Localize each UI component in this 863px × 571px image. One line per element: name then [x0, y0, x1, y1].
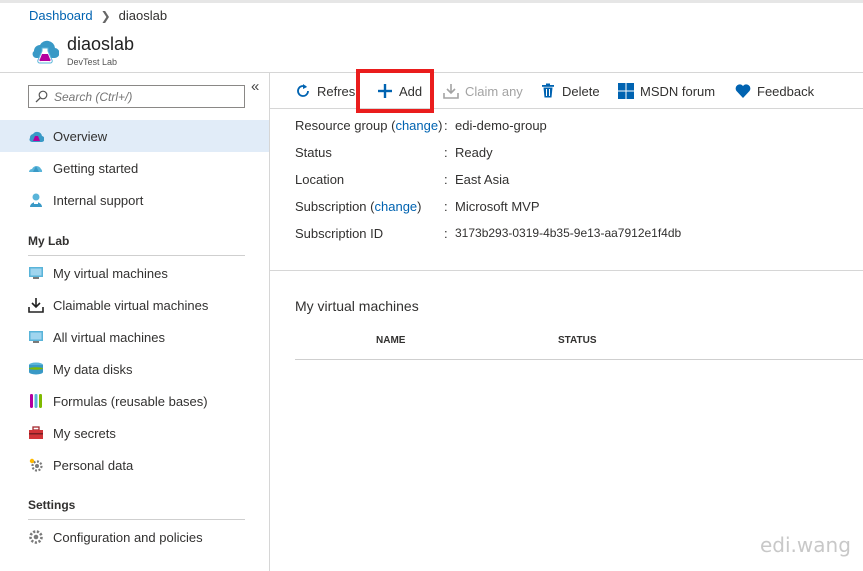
sidebar-item-formulas[interactable]: Formulas (reusable bases) — [0, 385, 269, 417]
property-location: Location : East Asia — [295, 172, 510, 187]
delete-button[interactable]: Delete — [540, 81, 600, 101]
column-header-name[interactable]: NAME — [376, 335, 405, 346]
change-resource-group-link[interactable]: change — [395, 118, 438, 133]
search-icon — [35, 90, 48, 103]
sidebar-item-all-virtual-machines[interactable]: All virtual machines — [0, 321, 269, 353]
sidebar-item-my-secrets[interactable]: My secrets — [0, 417, 269, 449]
sidebar-item-label: Personal data — [53, 457, 134, 473]
download-icon — [28, 297, 44, 313]
sidebar-item-configuration-and-policies[interactable]: Configuration and policies — [0, 521, 269, 553]
subscription-link[interactable]: Microsoft MVP — [455, 199, 540, 214]
location-value: East Asia — [455, 172, 510, 187]
formula-icon — [28, 393, 44, 409]
briefcase-icon — [28, 425, 44, 441]
collapse-sidebar-icon[interactable]: « — [251, 78, 259, 95]
property-subscription: Subscription (change) : Microsoft MVP — [295, 199, 540, 214]
download-icon — [443, 83, 459, 99]
page-subtitle: DevTest Lab — [67, 57, 118, 67]
cloud-icon — [28, 160, 44, 176]
section-divider — [28, 255, 245, 256]
disk-icon — [28, 361, 44, 377]
windows-icon — [618, 83, 634, 99]
sidebar-item-label: Claimable virtual machines — [53, 297, 209, 313]
top-strip — [0, 0, 863, 3]
sidebar-item-getting-started[interactable]: Getting started — [0, 152, 269, 184]
sidebar-item-claimable-virtual-machines[interactable]: Claimable virtual machines — [0, 289, 269, 321]
page-title: diaoslab — [67, 34, 135, 54]
refresh-icon — [295, 83, 311, 99]
add-button-highlight — [356, 69, 434, 113]
vm-section-title: My virtual machines — [295, 298, 419, 314]
msdn-forum-button[interactable]: MSDN forum — [618, 81, 715, 101]
resource-group-link[interactable]: edi-demo-group — [455, 118, 547, 133]
watermark: edi.wang — [760, 533, 851, 557]
property-subscription-id: Subscription ID : 3173b293-0319-4b35-9e1… — [295, 226, 682, 241]
gear-icon — [28, 529, 44, 545]
devtest-lab-logo-icon — [32, 40, 59, 64]
sidebar-item-my-data-disks[interactable]: My data disks — [0, 353, 269, 385]
breadcrumb: Dashboard ❯ diaoslab — [29, 8, 167, 23]
feedback-button[interactable]: Feedback — [735, 81, 814, 101]
table-header-divider — [295, 359, 863, 360]
search-box[interactable] — [28, 85, 245, 108]
page-header: diaoslab DevTest Lab — [0, 30, 863, 72]
claim-any-button[interactable]: Claim any — [443, 81, 523, 101]
section-divider — [28, 519, 245, 520]
sidebar-item-label: Internal support — [53, 192, 144, 208]
sidebar: « Overview Getting started Internal supp… — [0, 73, 270, 571]
column-header-status[interactable]: STATUS — [558, 335, 597, 346]
breadcrumb-dashboard-link[interactable]: Dashboard — [29, 8, 93, 23]
status-value: Ready — [455, 145, 493, 160]
sidebar-item-label: My data disks — [53, 361, 133, 377]
change-subscription-link[interactable]: change — [375, 199, 418, 214]
vm-icon — [28, 265, 44, 281]
subscription-id-value: 3173b293-0319-4b35-9e13-aa7912e1f4db — [455, 226, 682, 240]
sidebar-item-label: Getting started — [53, 160, 139, 176]
search-input[interactable] — [54, 89, 234, 104]
sidebar-item-my-virtual-machines[interactable]: My virtual machines — [0, 257, 269, 289]
sidebar-item-label: All virtual machines — [53, 329, 165, 345]
section-title-my-lab: My Lab — [28, 234, 70, 248]
section-title-settings: Settings — [28, 498, 76, 512]
trash-icon — [540, 83, 556, 99]
sidebar-item-label: Overview — [53, 128, 108, 144]
refresh-button[interactable]: Refresh — [295, 81, 355, 101]
sidebar-item-overview[interactable]: Overview — [0, 120, 269, 152]
gear-icon — [28, 457, 44, 473]
support-icon — [28, 192, 44, 208]
section-divider — [270, 270, 863, 271]
breadcrumb-current: diaoslab — [118, 8, 168, 23]
property-status: Status : Ready — [295, 145, 493, 160]
sidebar-item-label: Formulas (reusable bases) — [53, 393, 208, 409]
chevron-right-icon: ❯ — [100, 8, 111, 23]
property-resource-group: Resource group (change) : edi-demo-group — [295, 118, 547, 133]
sidebar-item-label: Configuration and policies — [53, 529, 203, 545]
sidebar-item-personal-data[interactable]: Personal data — [0, 449, 269, 481]
vm-icon — [28, 329, 44, 345]
sidebar-item-label: My virtual machines — [53, 265, 168, 281]
overview-icon — [28, 128, 44, 144]
sidebar-item-internal-support[interactable]: Internal support — [0, 184, 269, 216]
sidebar-item-label: My secrets — [53, 425, 116, 441]
heart-icon — [735, 83, 751, 99]
